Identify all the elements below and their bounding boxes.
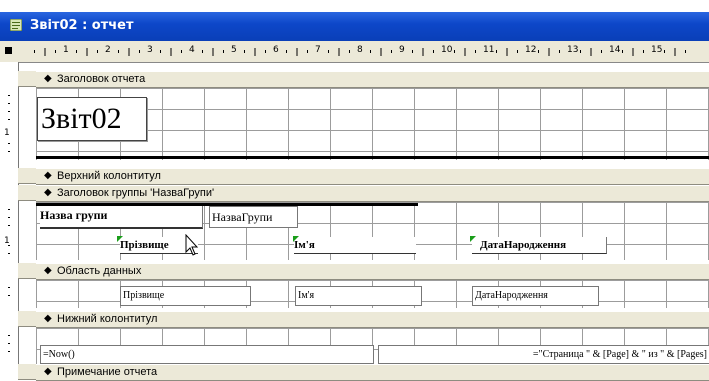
ruler-number: 7 [315,45,321,55]
ruler-number: 15 [651,45,663,55]
vertical-ruler-tick [8,343,10,344]
band-selector[interactable] [18,185,36,201]
vertical-ruler-tick [8,225,10,226]
arrow-icon: ◆ [44,265,52,276]
name-header-label[interactable]: Ім'я [294,237,416,254]
ruler-number: 8 [357,45,363,55]
ruler-number: 11 [483,45,495,55]
report-title-label[interactable]: Звіт02 [37,97,147,141]
vertical-ruler-tick [8,351,10,352]
band-report-footer[interactable]: ◆ Примечание отчета [36,364,709,381]
vertical-ruler-tick [8,119,10,120]
vertical-ruler-tick [8,111,10,112]
selection-marker [117,236,123,242]
vertical-ruler-tick [8,217,10,218]
band-selector[interactable] [18,263,36,279]
vertical-ruler-tick [8,245,10,246]
ruler-number: 6 [273,45,279,55]
birthdate-header-label[interactable]: ДатаНародження [472,237,607,254]
ruler-number: 12 [525,45,537,55]
ruler-number: 1 [63,45,69,55]
ruler-number: 10 [441,45,453,55]
band-selector[interactable] [18,71,36,87]
band-page-header[interactable]: ◆ Верхний колонтитул [36,168,709,185]
ruler-number: 13 [567,45,579,55]
band-selector[interactable] [18,311,36,327]
vertical-ruler[interactable]: 11 [0,62,19,380]
band-selector[interactable] [18,168,36,184]
vertical-ruler-tick [8,95,10,96]
title-bar[interactable]: Звіт02 : отчет [0,12,709,41]
surname-field[interactable]: Прізвище [120,286,251,306]
group-name-field[interactable]: НазваГрупи [209,206,298,228]
horizontal-ruler[interactable]: 1 2 3 4 5 6 7 8 9 10 11 12 13 14 15 [18,41,709,63]
vertical-ruler-tick [8,151,10,152]
arrow-icon: ◆ [44,313,52,324]
band-group-header[interactable]: ◆ Заголовок группы 'НазваГрупи' [36,185,709,202]
arrow-icon: ◆ [44,170,52,181]
vertical-ruler-tick [8,253,10,254]
report-icon [10,19,22,31]
vertical-ruler-tick [8,103,10,104]
ruler-number: 2 [105,45,111,55]
group-name-label[interactable]: Назва групи [40,206,203,229]
birthdate-field[interactable]: ДатаНародження [472,286,599,306]
arrow-icon: ◆ [44,187,52,198]
select-report-button[interactable] [0,41,19,63]
top-cut-strip [0,0,709,12]
vertical-ruler-tick [8,295,10,296]
name-field[interactable]: Ім'я [295,286,422,306]
arrow-icon: ◆ [44,366,52,377]
vertical-ruler-number: 1 [4,128,10,138]
ruler-number: 14 [609,45,621,55]
vertical-ruler-tick [8,143,10,144]
arrow-icon: ◆ [44,73,52,84]
band-detail[interactable]: ◆ Область данных [36,263,709,280]
band-page-footer[interactable]: ◆ Нижний колонтитул [36,311,709,328]
ruler-number: 5 [231,45,237,55]
now-field[interactable]: =Now() [40,345,374,364]
page-number-field[interactable]: ="Страница " & [Page] & " из " & [Pages] [378,345,709,364]
ruler-number: 4 [189,45,195,55]
band-selector[interactable] [18,364,36,380]
selection-marker [293,236,299,242]
ruler-number: 9 [399,45,405,55]
selection-marker [470,236,476,242]
vertical-ruler-tick [8,287,10,288]
section-divider [36,156,709,159]
ruler-ticks [34,48,686,56]
band-report-header[interactable]: ◆ Заголовок отчета [36,71,709,88]
vertical-ruler-tick [8,335,10,336]
window-title: Звіт02 : отчет [30,18,134,33]
ruler-number: 3 [147,45,153,55]
mouse-cursor-icon [185,234,199,256]
vertical-ruler-tick [8,209,10,210]
